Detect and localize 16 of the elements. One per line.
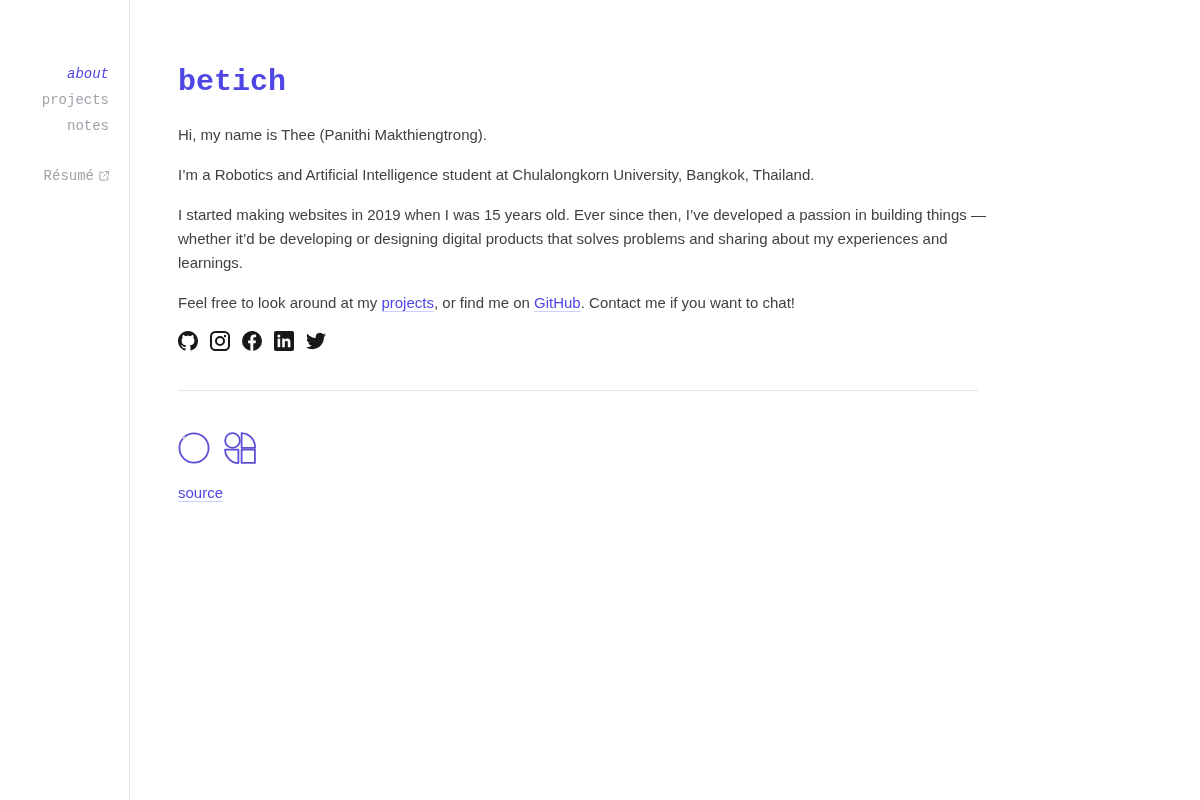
facebook-icon[interactable] xyxy=(242,331,262,351)
paragraph: Hi, my name is Thee (Panithi Makthiengtrong). xyxy=(178,125,489,145)
text-link[interactable]: GitHub xyxy=(534,294,581,311)
linkedin-icon[interactable] xyxy=(274,331,294,351)
source-link[interactable]: source xyxy=(178,484,224,501)
paragraph: Feel free to look around at my projects, or find me on GitHub. Contact me if you want to chat! xyxy=(178,293,796,313)
instagram-icon[interactable] xyxy=(210,331,230,351)
text-link[interactable]: projects xyxy=(381,294,434,311)
shapes-icon xyxy=(224,432,256,464)
github-icon[interactable] xyxy=(178,331,198,351)
ring-icon xyxy=(178,432,210,464)
twitter-icon[interactable] xyxy=(306,331,326,351)
nav-link[interactable]: about xyxy=(67,61,109,87)
site-title: betich xyxy=(178,64,287,101)
paragraph: I’m a Robotics and Artificial Intelligence student at Chulalongkorn University, Bangkok, Thailand. xyxy=(178,165,816,185)
paragraph: I started making websites in 2019 when I was 15 years old. Ever since then, I’ve developed a passion in building things — whether it’d be developing or designing digital products that solves problems and sharing about my experiences and learnings. xyxy=(178,205,987,273)
